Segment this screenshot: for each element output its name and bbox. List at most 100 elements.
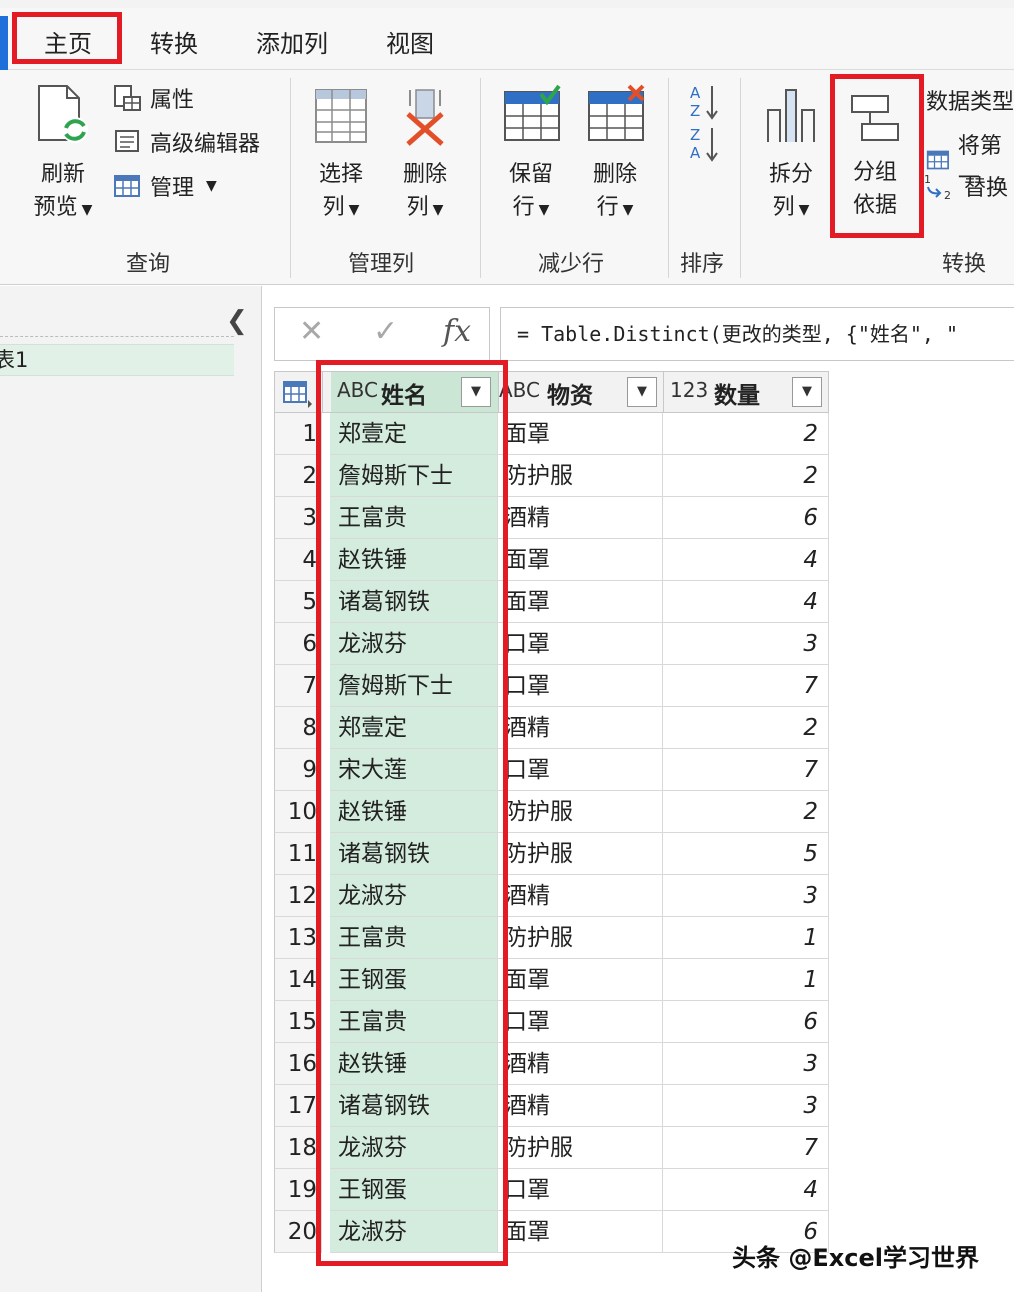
cell-name[interactable]: 龙淑芬: [330, 623, 498, 665]
row-number[interactable]: 14: [274, 959, 322, 1001]
cell-material[interactable]: 口罩: [498, 749, 663, 791]
cell-material[interactable]: 酒精: [498, 1085, 663, 1127]
cell-name[interactable]: 龙淑芬: [330, 1211, 498, 1253]
cell-quantity[interactable]: 6: [663, 497, 829, 539]
cell-name[interactable]: 王富贵: [330, 497, 498, 539]
row-number[interactable]: 2: [274, 455, 322, 497]
group-by-button[interactable]: 分组 依据: [840, 90, 910, 222]
cell-quantity[interactable]: 3: [663, 1043, 829, 1085]
cell-material[interactable]: 面罩: [498, 1211, 663, 1253]
cell-quantity[interactable]: 2: [663, 413, 829, 455]
cell-material[interactable]: 防护服: [498, 455, 663, 497]
cell-material[interactable]: 防护服: [498, 1127, 663, 1169]
tab-view[interactable]: 视图: [386, 24, 434, 59]
cell-material[interactable]: 防护服: [498, 791, 663, 833]
properties-button[interactable]: 属性: [112, 82, 194, 114]
column-header-quantity[interactable]: 123 数量 ▼: [664, 372, 830, 412]
cell-quantity[interactable]: 3: [663, 875, 829, 917]
cell-material[interactable]: 面罩: [498, 539, 663, 581]
row-number[interactable]: 1: [274, 413, 322, 455]
remove-columns-button[interactable]: 删除 列 ▼: [390, 86, 460, 227]
row-number[interactable]: 5: [274, 581, 322, 623]
refresh-preview-button[interactable]: 刷新 预览 ▼: [24, 82, 102, 227]
row-number[interactable]: 10: [274, 791, 322, 833]
row-number[interactable]: 8: [274, 707, 322, 749]
sort-ascending-button[interactable]: A Z: [688, 82, 722, 126]
cell-material[interactable]: 面罩: [498, 959, 663, 1001]
cell-name[interactable]: 赵铁锤: [330, 539, 498, 581]
column-header-name[interactable]: ABC 姓名 ▼: [331, 372, 499, 412]
cell-material[interactable]: 面罩: [498, 413, 663, 455]
cell-material[interactable]: 口罩: [498, 665, 663, 707]
cell-name[interactable]: 郑壹定: [330, 413, 498, 455]
formula-input[interactable]: = Table.Distinct(更改的类型, {"姓名", ": [500, 307, 1014, 361]
cell-material[interactable]: 防护服: [498, 917, 663, 959]
cell-name[interactable]: 诸葛钢铁: [330, 581, 498, 623]
cell-quantity[interactable]: 6: [663, 1001, 829, 1043]
row-number[interactable]: 4: [274, 539, 322, 581]
cell-quantity[interactable]: 2: [663, 455, 829, 497]
row-number[interactable]: 20: [274, 1211, 322, 1253]
cell-name[interactable]: 龙淑芬: [330, 1127, 498, 1169]
cell-name[interactable]: 王富贵: [330, 917, 498, 959]
row-number[interactable]: 3: [274, 497, 322, 539]
cell-quantity[interactable]: 2: [663, 707, 829, 749]
cell-quantity[interactable]: 4: [663, 1169, 829, 1211]
cancel-icon[interactable]: ✕: [299, 314, 324, 349]
row-number[interactable]: 19: [274, 1169, 322, 1211]
cell-name[interactable]: 诸葛钢铁: [330, 1085, 498, 1127]
collapse-pane-icon[interactable]: ❮: [226, 306, 248, 336]
row-number[interactable]: 7: [274, 665, 322, 707]
number-type-icon[interactable]: 123: [670, 378, 708, 402]
split-column-button[interactable]: 拆分 列 ▼: [756, 84, 826, 227]
cell-name[interactable]: 赵铁锤: [330, 791, 498, 833]
cell-name[interactable]: 詹姆斯下士: [330, 665, 498, 707]
row-number[interactable]: 12: [274, 875, 322, 917]
sort-descending-button[interactable]: Z A: [688, 124, 722, 168]
row-number[interactable]: 16: [274, 1043, 322, 1085]
cell-name[interactable]: 王钢蛋: [330, 1169, 498, 1211]
cell-name[interactable]: 王富贵: [330, 1001, 498, 1043]
manage-button[interactable]: 管理 ▼: [112, 170, 217, 202]
cell-material[interactable]: 口罩: [498, 1169, 663, 1211]
column-header-material[interactable]: ABC 物资 ▼: [499, 372, 664, 412]
file-tab-edge[interactable]: [0, 16, 8, 70]
cell-name[interactable]: 诸葛钢铁: [330, 833, 498, 875]
confirm-icon[interactable]: ✓: [373, 314, 398, 349]
choose-columns-button[interactable]: 选择 列 ▼: [306, 86, 376, 227]
cell-material[interactable]: 面罩: [498, 581, 663, 623]
query-item[interactable]: 表1: [0, 344, 234, 376]
row-number[interactable]: 15: [274, 1001, 322, 1043]
table-corner-menu[interactable]: [275, 372, 323, 412]
cell-name[interactable]: 宋大莲: [330, 749, 498, 791]
keep-rows-button[interactable]: 保留 行 ▼: [496, 84, 566, 227]
cell-material[interactable]: 酒精: [498, 875, 663, 917]
cell-name[interactable]: 赵铁锤: [330, 1043, 498, 1085]
fx-icon[interactable]: fx: [443, 314, 471, 349]
row-number[interactable]: 18: [274, 1127, 322, 1169]
cell-material[interactable]: 口罩: [498, 623, 663, 665]
cell-material[interactable]: 防护服: [498, 833, 663, 875]
cell-name[interactable]: 龙淑芬: [330, 875, 498, 917]
remove-rows-button[interactable]: 删除 行 ▼: [580, 84, 650, 227]
cell-quantity[interactable]: 7: [663, 1127, 829, 1169]
text-type-icon[interactable]: ABC: [337, 378, 378, 402]
cell-quantity[interactable]: 4: [663, 581, 829, 623]
cell-material[interactable]: 酒精: [498, 497, 663, 539]
row-number[interactable]: 17: [274, 1085, 322, 1127]
cell-name[interactable]: 王钢蛋: [330, 959, 498, 1001]
cell-quantity[interactable]: 3: [663, 623, 829, 665]
filter-dropdown-icon[interactable]: ▼: [461, 377, 491, 407]
filter-dropdown-icon[interactable]: ▼: [627, 377, 657, 407]
row-number[interactable]: 6: [274, 623, 322, 665]
tab-transform[interactable]: 转换: [150, 24, 198, 59]
row-number[interactable]: 13: [274, 917, 322, 959]
cell-quantity[interactable]: 2: [663, 791, 829, 833]
cell-material[interactable]: 口罩: [498, 1001, 663, 1043]
cell-quantity[interactable]: 5: [663, 833, 829, 875]
tab-add-column[interactable]: 添加列: [256, 24, 328, 59]
cell-quantity[interactable]: 1: [663, 959, 829, 1001]
cell-quantity[interactable]: 1: [663, 917, 829, 959]
filter-dropdown-icon[interactable]: ▼: [792, 377, 822, 407]
cell-quantity[interactable]: 3: [663, 1085, 829, 1127]
